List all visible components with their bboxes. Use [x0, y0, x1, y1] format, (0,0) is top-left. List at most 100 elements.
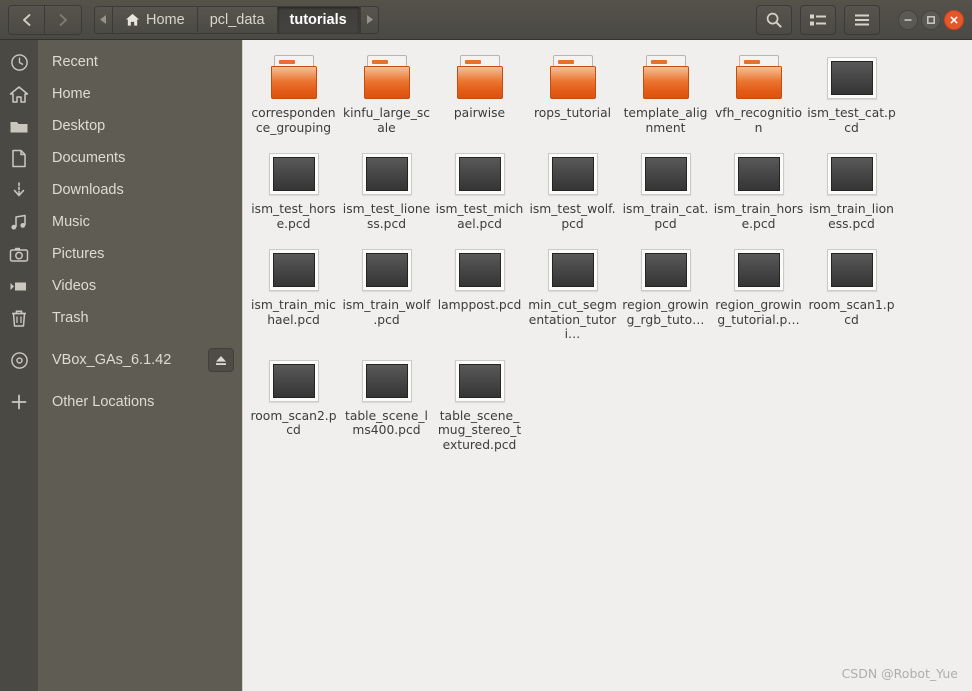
sidebar-item-vbox-gas[interactable]: VBox_GAs_6.1.42: [10, 344, 242, 376]
sidebar-item-recent-label: Recent: [52, 54, 98, 70]
sidebar-separator: [38, 334, 242, 344]
close-button[interactable]: [944, 9, 964, 30]
sidebar-item-downloads-label: Downloads: [52, 182, 124, 198]
file-label: room_scan1.pcd: [808, 298, 895, 327]
file-item[interactable]: table_scene_mug_stereo_textured.pcd: [433, 351, 526, 453]
pcd-file-icon: [448, 357, 512, 405]
folder-icon: [355, 54, 419, 102]
pcd-file-icon: [541, 150, 605, 198]
sidebar-item-trash-label: Trash: [52, 310, 89, 326]
home-icon: [0, 85, 38, 104]
file-label: region_growing_tutorial.p…: [715, 298, 802, 327]
minimize-button[interactable]: [898, 9, 918, 30]
disc-icon: [0, 351, 38, 370]
sidebar-item-vbox-gas-label: VBox_GAs_6.1.42: [52, 352, 172, 368]
pcd-file-icon: [448, 150, 512, 198]
breadcrumb-item-tutorials[interactable]: tutorials: [277, 6, 360, 33]
view-toggle-button[interactable]: [800, 4, 836, 35]
breadcrumb-item-tutorials-label: tutorials: [289, 11, 347, 28]
file-item[interactable]: region_growing_tutorial.p…: [712, 240, 805, 342]
sidebar-item-videos[interactable]: Videos: [10, 270, 242, 302]
file-item[interactable]: room_scan1.pcd: [805, 240, 898, 342]
file-label: template_alignment: [623, 106, 708, 135]
sidebar-item-home-label: Home: [52, 86, 91, 102]
breadcrumb-item-pcl_data-label: pcl_data: [209, 11, 265, 28]
folder-item[interactable]: template_alignment: [619, 48, 712, 135]
file-grid-view[interactable]: correspondence_grouping kinfu_large_scale…: [242, 40, 972, 691]
back-button[interactable]: [9, 5, 45, 34]
menu-button[interactable]: [844, 4, 880, 35]
sidebar-item-videos-label: Videos: [52, 278, 97, 294]
file-item[interactable]: ism_test_horse.pcd: [247, 144, 340, 231]
folder-item[interactable]: vfh_recognition: [712, 48, 805, 135]
folder-item[interactable]: correspondence_grouping: [247, 48, 340, 135]
pcd-file-icon: [448, 246, 512, 294]
file-item[interactable]: ism_train_wolf.pcd: [340, 240, 433, 342]
folder-item[interactable]: pairwise: [433, 48, 526, 135]
file-item[interactable]: ism_test_michael.pcd: [433, 144, 526, 231]
sidebar-item-other-locations[interactable]: Other Locations: [11, 386, 242, 418]
sidebar-separator-2: [38, 376, 242, 386]
sidebar-item-home[interactable]: Home: [9, 78, 242, 110]
file-label: pairwise: [453, 106, 506, 120]
folder-icon: [727, 54, 791, 102]
file-item[interactable]: ism_test_wolf.pcd: [526, 144, 619, 231]
file-label: rops_tutorial: [533, 106, 612, 120]
sidebar-item-documents-label: Documents: [52, 150, 126, 166]
file-label: ism_test_horse.pcd: [251, 202, 336, 231]
breadcrumb-item-pcl_data[interactable]: pcl_data: [197, 6, 278, 33]
file-label: correspondence_grouping: [251, 106, 336, 135]
sidebar: Recent Home Desktop Documents Downloads …: [0, 40, 242, 691]
sidebar-item-desktop[interactable]: Desktop: [10, 110, 242, 142]
home-icon: [125, 13, 140, 26]
pcd-file-icon: [355, 150, 419, 198]
sidebar-item-trash[interactable]: Trash: [12, 302, 242, 334]
file-manager-window: Home pcl_data tutorials Recent Home Desk…: [0, 0, 972, 691]
file-item[interactable]: min_cut_segmentation_tutori…: [526, 240, 619, 342]
sidebar-item-recent[interactable]: Recent: [10, 46, 242, 78]
folder-item[interactable]: rops_tutorial: [526, 48, 619, 135]
file-label: ism_train_wolf.pcd: [342, 298, 431, 327]
sidebar-item-desktop-label: Desktop: [52, 118, 106, 134]
video-icon: [0, 279, 38, 294]
maximize-button[interactable]: [921, 9, 941, 30]
file-label: ism_train_cat.pcd: [622, 202, 709, 231]
sidebar-item-documents[interactable]: Documents: [12, 142, 242, 174]
file-label: ism_test_wolf.pcd: [529, 202, 616, 231]
sidebar-item-music[interactable]: Music: [11, 206, 242, 238]
folder-icon: [541, 54, 605, 102]
file-item[interactable]: ism_train_michael.pcd: [247, 240, 340, 342]
file-item[interactable]: ism_test_cat.pcd: [805, 48, 898, 135]
clock-icon: [0, 53, 38, 72]
file-label: ism_train_michael.pcd: [251, 298, 336, 327]
file-label: ism_train_lioness.pcd: [809, 202, 894, 231]
file-item[interactable]: region_growing_rgb_tuto…: [619, 240, 712, 342]
file-item[interactable]: ism_train_cat.pcd: [619, 144, 712, 231]
search-button[interactable]: [756, 4, 792, 35]
file-item[interactable]: lamppost.pcd: [433, 240, 526, 342]
music-icon: [0, 213, 38, 232]
file-grid: correspondence_grouping kinfu_large_scale…: [243, 40, 972, 461]
sidebar-item-music-label: Music: [52, 214, 90, 230]
sidebar-item-downloads[interactable]: Downloads: [13, 174, 242, 206]
eject-button[interactable]: [208, 348, 234, 372]
plus-icon: [0, 393, 38, 411]
file-label: ism_test_lioness.pcd: [342, 202, 431, 231]
file-label: kinfu_large_scale: [342, 106, 431, 135]
forward-button[interactable]: [45, 5, 81, 34]
pcd-file-icon: [355, 357, 419, 405]
path-scroll-left-button[interactable]: [95, 6, 113, 33]
sidebar-item-pictures[interactable]: Pictures: [9, 238, 242, 270]
breadcrumb-item-home[interactable]: Home: [113, 6, 198, 33]
file-item[interactable]: table_scene_lms400.pcd: [340, 351, 433, 453]
file-item[interactable]: ism_train_horse.pcd: [712, 144, 805, 231]
window-body: Recent Home Desktop Documents Downloads …: [0, 40, 972, 691]
folder-item[interactable]: kinfu_large_scale: [340, 48, 433, 135]
file-item[interactable]: room_scan2.pcd: [247, 351, 340, 453]
maximize-icon: [927, 15, 935, 24]
file-item[interactable]: ism_test_lioness.pcd: [340, 144, 433, 231]
file-item[interactable]: ism_train_lioness.pcd: [805, 144, 898, 231]
file-label: region_growing_rgb_tuto…: [622, 298, 709, 327]
path-scroll-right-button[interactable]: [359, 6, 378, 33]
chevron-left-icon: [22, 13, 30, 26]
